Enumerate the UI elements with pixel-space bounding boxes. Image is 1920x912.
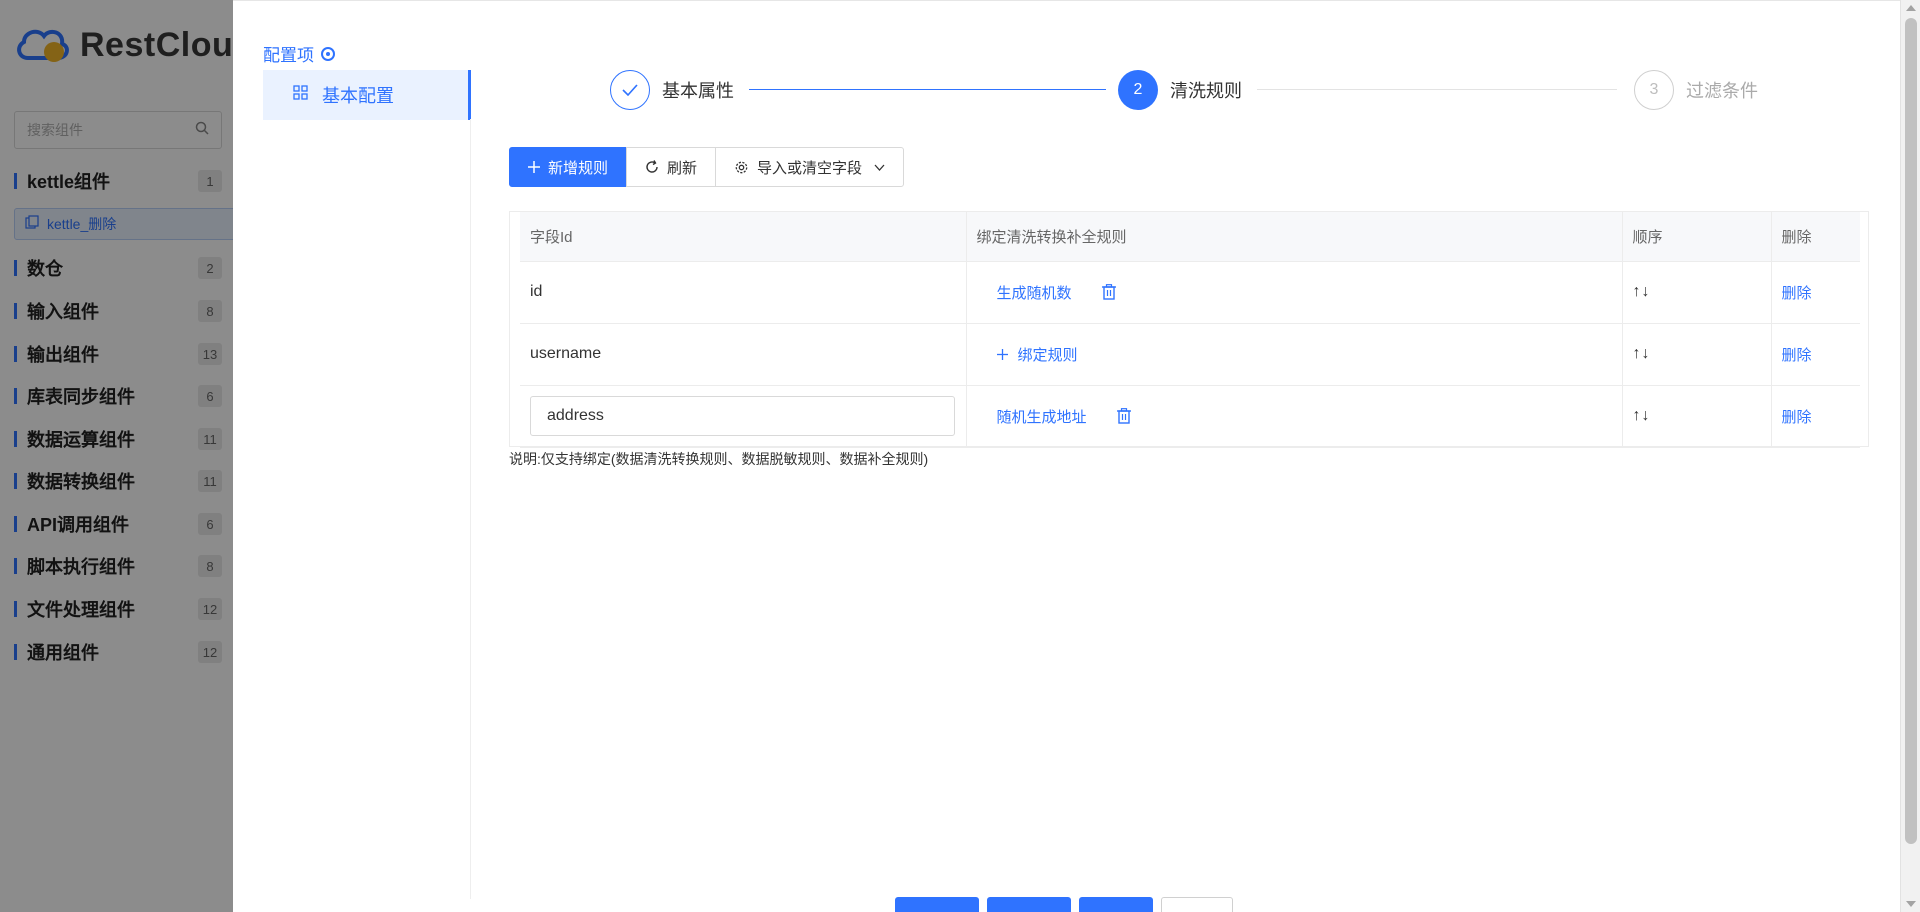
bound-rule-link[interactable]: 随机生成地址 — [997, 406, 1087, 427]
delete-cell: 删除 — [1771, 323, 1860, 386]
delete-row-link[interactable]: 删除 — [1782, 285, 1812, 302]
delete-row-link[interactable]: 删除 — [1782, 347, 1812, 364]
column-header-delete: 删除 — [1771, 212, 1860, 262]
column-header-field-id: 字段Id — [520, 212, 967, 262]
column-header-order: 顺序 — [1622, 212, 1772, 262]
nav-divider — [470, 119, 471, 899]
chevron-down-icon — [874, 164, 885, 171]
order-arrows[interactable]: ↑↓ — [1622, 261, 1772, 324]
import-clear-label: 导入或清空字段 — [757, 159, 863, 177]
footer-button-4[interactable] — [1161, 897, 1233, 912]
grid-icon — [293, 85, 308, 105]
refresh-label: 刷新 — [667, 159, 698, 177]
step-connector-pending — [1257, 89, 1617, 90]
step-progress: 基本属性 2 清洗规则 3 过滤条件 — [610, 70, 1760, 110]
rule-cell: 生成随机数 — [966, 261, 1623, 324]
step-number: 3 — [1634, 70, 1674, 110]
trash-icon[interactable] — [1116, 408, 1131, 424]
binding-note: 说明:仅支持绑定(数据清洗转换规则、数据脱敏规则、数据补全规则) — [509, 451, 929, 467]
footer-button-3[interactable] — [1079, 897, 1153, 912]
config-drawer: 配置项 基本配置 基本属性 2 清洗规则 3 过滤条件 新增规则 刷新 导入或清… — [233, 0, 1900, 912]
footer-button-1[interactable] — [895, 897, 979, 912]
step-connector-done — [749, 89, 1106, 90]
field-id-cell: username — [520, 323, 967, 386]
plus-icon — [996, 348, 1008, 360]
column-header-bind-rule: 绑定清洗转换补全规则 — [966, 212, 1623, 262]
delete-cell: 删除 — [1771, 261, 1860, 324]
step-basic-properties[interactable]: 基本属性 — [610, 70, 734, 110]
table-header-row: 字段Id 绑定清洗转换补全规则 顺序 删除 — [520, 212, 1860, 262]
field-id-cell: id — [520, 261, 967, 324]
settings-target-icon[interactable] — [321, 46, 335, 61]
field-id-input[interactable] — [530, 396, 955, 436]
rule-cell: 绑定规则 — [966, 323, 1623, 386]
delete-row-link[interactable]: 删除 — [1782, 409, 1812, 426]
page-scrollbar[interactable] — [1900, 0, 1920, 912]
table-row: 随机生成地址 ↑↓ 删除 — [520, 385, 1860, 448]
scroll-down-arrow-icon[interactable] — [1906, 901, 1916, 907]
left-nav-label: 基本配置 — [322, 86, 394, 106]
bound-rule-link[interactable]: 生成随机数 — [997, 282, 1072, 303]
step-number: 2 — [1118, 70, 1158, 110]
step-label: 清洗规则 — [1170, 81, 1242, 101]
step-label: 过滤条件 — [1686, 81, 1758, 101]
gear-icon — [734, 160, 749, 175]
import-clear-fields-dropdown[interactable]: 导入或清空字段 — [715, 147, 905, 187]
table-row: id 生成随机数 ↑↓ 删除 — [520, 261, 1860, 324]
trash-icon[interactable] — [1101, 284, 1116, 300]
delete-cell: 删除 — [1771, 385, 1860, 448]
bind-rule-button[interactable]: 绑定规则 — [977, 344, 1622, 365]
add-rule-button[interactable]: 新增规则 — [509, 147, 628, 187]
config-title: 配置项 — [263, 46, 314, 65]
step-label: 基本属性 — [662, 81, 734, 101]
table-row: username 绑定规则 ↑↓ 删除 — [520, 323, 1860, 386]
config-header: 配置项 — [263, 41, 335, 66]
order-arrows[interactable]: ↑↓ — [1622, 323, 1772, 386]
scroll-thumb[interactable] — [1905, 18, 1917, 844]
field-id-cell — [520, 385, 967, 448]
footer-actions — [895, 897, 1241, 912]
left-nav-basic-config[interactable]: 基本配置 — [263, 70, 471, 120]
step-filter-conditions[interactable]: 3 过滤条件 — [1634, 70, 1758, 110]
plus-icon — [528, 161, 540, 173]
add-rule-label: 新增规则 — [548, 159, 609, 177]
bind-rule-label: 绑定规则 — [1017, 346, 1078, 364]
field-rule-table: 字段Id 绑定清洗转换补全规则 顺序 删除 id 生成随机数 ↑↓ 删除 use… — [509, 211, 1869, 448]
refresh-button[interactable]: 刷新 — [626, 147, 717, 187]
rule-toolbar: 新增规则 刷新 导入或清空字段 — [509, 147, 905, 187]
rule-cell: 随机生成地址 — [966, 385, 1623, 448]
check-icon — [610, 70, 650, 110]
order-arrows[interactable]: ↑↓ — [1622, 385, 1772, 448]
scroll-up-arrow-icon[interactable] — [1906, 5, 1916, 11]
refresh-icon — [645, 160, 659, 174]
step-cleaning-rules[interactable]: 2 清洗规则 — [1118, 70, 1242, 110]
footer-button-2[interactable] — [987, 897, 1071, 912]
